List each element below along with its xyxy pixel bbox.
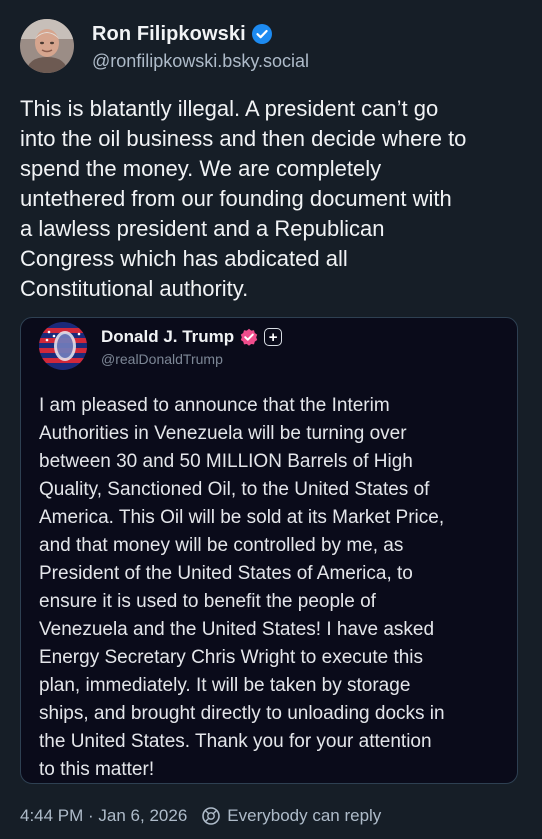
- post: Ron Filipkowski @ronfilipkowski.bsky.soc…: [0, 0, 542, 839]
- quoted-text: I am pleased to announce that the Interi…: [39, 395, 445, 780]
- post-author: Ron Filipkowski @ronfilipkowski.bsky.soc…: [20, 19, 309, 73]
- verified-check-icon[interactable]: [251, 24, 272, 44]
- verified-badge-icon[interactable]: [240, 328, 258, 346]
- quoted-handle[interactable]: @realDonaldTrump: [101, 351, 282, 367]
- avatar[interactable]: [20, 19, 74, 73]
- timestamp[interactable]: 4:44 PM · Jan 6, 2026: [20, 806, 187, 826]
- quoted-author: Donald J. Trump + @realDonaldTrump: [39, 322, 283, 370]
- reply-settings-icon: [201, 806, 221, 826]
- post-footer: 4:44 PM · Jan 6, 2026 Everybody can repl…: [20, 803, 381, 829]
- quoted-post[interactable]: Donald J. Trump + @realDonaldTrump I am …: [20, 317, 518, 784]
- author-handle[interactable]: @ronfilipkowski.bsky.social: [92, 51, 309, 72]
- plus-icon[interactable]: +: [264, 328, 283, 346]
- quoted-avatar[interactable]: [39, 322, 87, 370]
- author-display-name[interactable]: Ron Filipkowski: [92, 23, 246, 46]
- post-text: This is blatantly illegal. A president c…: [20, 96, 467, 301]
- quoted-display-name[interactable]: Donald J. Trump: [101, 327, 234, 347]
- reply-setting-label[interactable]: Everybody can reply: [227, 806, 381, 826]
